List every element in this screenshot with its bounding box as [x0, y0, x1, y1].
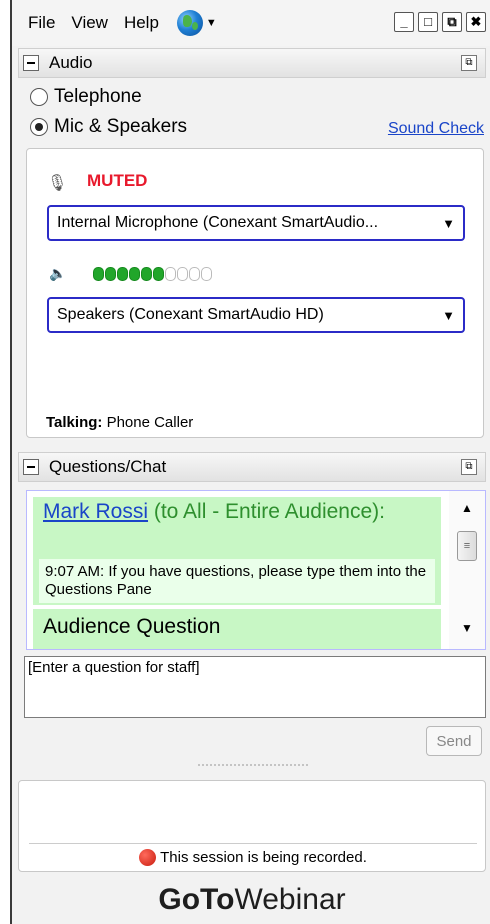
recording-icon	[139, 849, 157, 866]
send-button[interactable]: Send	[426, 726, 482, 756]
audio-collapse-button[interactable]	[23, 55, 39, 71]
brand-goto: GoTo	[158, 883, 235, 916]
level-segment	[153, 267, 164, 281]
scroll-thumb[interactable]: ≡	[457, 531, 477, 561]
muted-status: MUTED	[87, 171, 148, 190]
chat-sender-link[interactable]: Mark Rossi	[43, 500, 148, 523]
telephone-label: Telephone	[54, 86, 142, 107]
speaker-icon: 🔈	[49, 265, 67, 281]
maximize-button[interactable]: □	[418, 12, 438, 32]
talking-value: Phone Caller	[106, 414, 194, 431]
gotowebinar-control-panel: File View Help ▼ _ □ ⧉ ✖ Audio ⧉ Telepho…	[10, 0, 490, 924]
level-segment	[177, 267, 188, 281]
chat-title: Questions/Chat	[49, 457, 167, 476]
audio-section-header: Audio ⧉	[18, 48, 486, 78]
chevron-down-icon[interactable]: ▼	[206, 17, 217, 29]
speaker-select[interactable]: Speakers (Conexant SmartAudio HD) ▼	[47, 297, 465, 333]
level-segment	[141, 267, 152, 281]
chat-message: Audience Question	[33, 609, 441, 649]
audio-title: Audio	[49, 53, 93, 72]
menu-view[interactable]: View	[71, 13, 108, 33]
audio-popout-button[interactable]: ⧉	[461, 55, 477, 71]
level-segment	[93, 267, 104, 281]
level-segment	[105, 267, 116, 281]
mic-speakers-option[interactable]: Mic & Speakers	[30, 116, 187, 138]
minimize-button[interactable]: _	[394, 12, 414, 32]
mic-speakers-label: Mic & Speakers	[54, 116, 188, 137]
telephone-option[interactable]: Telephone	[30, 86, 142, 108]
sound-check-link[interactable]: Sound Check	[388, 120, 484, 138]
talking-label: Talking:	[46, 414, 103, 431]
microphone-select-value: Internal Microphone (Conexant SmartAudio…	[57, 214, 379, 231]
chat-message-header: Mark Rossi (to All - Entire Audience):	[43, 501, 433, 523]
level-segment	[117, 267, 128, 281]
microphone-select[interactable]: Internal Microphone (Conexant SmartAudio…	[47, 205, 465, 241]
chat-audience: (to All - Entire Audience):	[153, 500, 385, 523]
chevron-down-icon: ▼	[442, 307, 455, 323]
restore-button[interactable]: ⧉	[442, 12, 462, 32]
recording-status: This session is being recorded.	[19, 849, 487, 866]
speaker-select-value: Speakers (Conexant SmartAudio HD)	[57, 306, 324, 323]
resize-grip[interactable]	[198, 764, 308, 768]
chat-popout-button[interactable]: ⧉	[461, 459, 477, 475]
divider	[29, 843, 477, 844]
chat-scrollbar[interactable]: ▲ ≡ ▼	[449, 491, 485, 649]
gotowebinar-logo: GoToWebinar	[12, 876, 490, 924]
level-segment	[189, 267, 200, 281]
menu-file[interactable]: File	[28, 13, 55, 33]
menu-help[interactable]: Help	[124, 13, 159, 33]
question-input[interactable]	[24, 656, 486, 718]
chat-section: Mark Rossi (to All - Entire Audience): 9…	[18, 482, 486, 772]
session-status-panel: This session is being recorded.	[18, 780, 486, 872]
talking-status: Talking: Phone Caller	[46, 414, 193, 431]
chat-section-header: Questions/Chat ⧉	[18, 452, 486, 482]
scroll-up-icon[interactable]: ▲	[461, 501, 473, 515]
brand-webinar: Webinar	[234, 883, 346, 916]
chat-collapse-button[interactable]	[23, 459, 39, 475]
audio-device-panel: 🎙 MUTED Internal Microphone (Conexant Sm…	[26, 148, 484, 438]
level-segment	[129, 267, 140, 281]
window-controls: _ □ ⧉ ✖	[394, 12, 486, 32]
telephone-radio[interactable]	[30, 88, 48, 106]
chat-message: Mark Rossi (to All - Entire Audience): 9…	[33, 497, 441, 605]
menu-bar: File View Help ▼ _ □ ⧉ ✖	[12, 0, 490, 46]
chat-log: Mark Rossi (to All - Entire Audience): 9…	[26, 490, 486, 650]
close-button[interactable]: ✖	[466, 12, 486, 32]
audio-section: Telephone Mic & Speakers Sound Check 🎙 M…	[18, 80, 486, 450]
speaker-level-meter	[93, 267, 212, 281]
scroll-down-icon[interactable]: ▼	[461, 621, 473, 635]
microphone-icon[interactable]: 🎙	[47, 173, 67, 193]
chevron-down-icon: ▼	[442, 215, 455, 231]
globe-icon[interactable]	[176, 10, 203, 36]
level-segment	[201, 267, 212, 281]
chat-message-text: 9:07 AM: If you have questions, please t…	[39, 559, 435, 603]
level-segment	[165, 267, 176, 281]
mic-speakers-radio[interactable]	[30, 118, 48, 136]
recording-text: This session is being recorded.	[160, 849, 367, 866]
